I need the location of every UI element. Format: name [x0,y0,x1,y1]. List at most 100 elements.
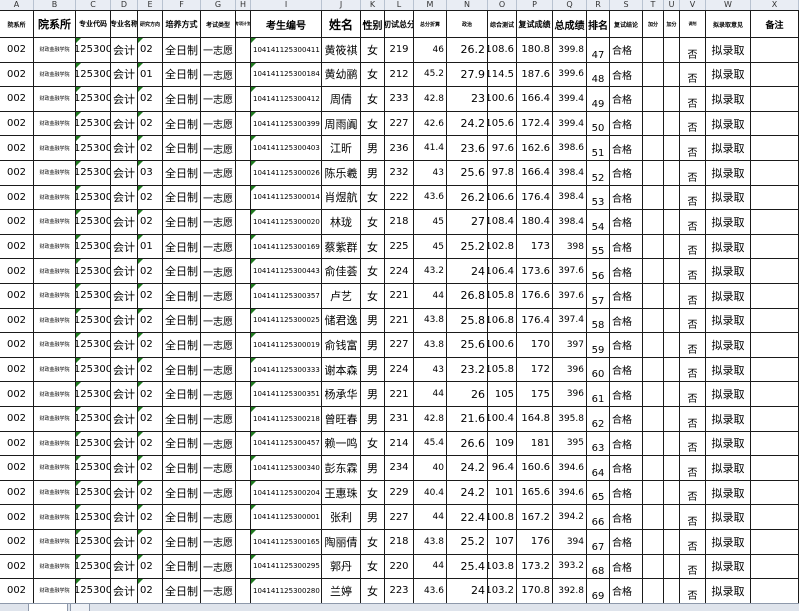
cell-admission-opinion[interactable]: 拟录取 [706,333,751,358]
cell-prelim-converted[interactable]: 42.8 [414,87,447,112]
cell-prelim-converted[interactable]: 41.4 [414,136,447,161]
cell-major-name[interactable]: 会计 [111,111,138,137]
cell-bonus-a[interactable] [643,210,664,235]
cell-rank[interactable]: 47 [587,38,610,63]
cell-major-name[interactable]: 会计 [111,431,138,457]
cell-prelim-total[interactable]: 220 [385,554,414,580]
header-admission-opinion[interactable]: 拟录取意见 [706,10,751,38]
cell-exam-type[interactable]: 一志愿 [201,234,236,260]
cell-bonus-a[interactable] [643,579,664,604]
cell-prelim-total[interactable]: 214 [385,431,414,457]
cell-bonus-a[interactable] [643,284,664,309]
cell-study-mode[interactable]: 全日制 [163,87,201,112]
cell-special-plan[interactable] [236,259,251,284]
cell-name[interactable]: 卢艺 [322,284,361,309]
header-major-name[interactable]: 专业名称 [111,10,138,38]
cell-retest-result[interactable]: 合格 [610,259,643,284]
cell-remark[interactable] [751,554,799,580]
cell-exam-type[interactable]: 一志愿 [201,505,236,530]
cell-bonus-a[interactable] [643,111,664,137]
cell-major-code[interactable]: 125300 [76,554,111,580]
cell-major-code[interactable]: 125300 [76,136,111,161]
cell-retest-result[interactable]: 合格 [610,357,643,383]
cell-comprehensive-test[interactable]: 102.8 [488,234,517,260]
cell-prelim-converted[interactable]: 43.6 [414,579,447,604]
cell-prelim-total[interactable]: 224 [385,357,414,383]
cell-retest-result[interactable]: 合格 [610,480,643,506]
cell-dept-name[interactable]: 财政金融学院 [34,480,76,506]
cell-total-score[interactable]: 397 [553,333,587,358]
cell-retest-result[interactable]: 合格 [610,87,643,112]
cell-rank[interactable]: 67 [587,530,610,555]
cell-major-code[interactable]: 125300 [76,579,111,604]
cell-study-mode[interactable]: 全日制 [163,185,201,211]
cell-prelim-converted[interactable]: 44 [414,382,447,407]
cell-retest-score[interactable]: 187.6 [517,62,553,88]
cell-admission-opinion[interactable]: 拟录取 [706,382,751,407]
cell-name[interactable]: 俞佳荟 [322,259,361,284]
cell-dept-name[interactable]: 财政金融学院 [34,431,76,457]
cell-bonus-b[interactable] [664,136,680,161]
cell-major-code[interactable]: 125300 [76,234,111,260]
cell-name[interactable]: 兰婷 [322,579,361,604]
cell-special-plan[interactable] [236,284,251,309]
cell-exam-type[interactable]: 一志愿 [201,554,236,580]
cell-research-direction[interactable]: 02 [138,87,163,112]
cell-retest-result[interactable]: 合格 [610,456,643,481]
cell-total-score[interactable]: 398.6 [553,136,587,161]
cell-special-plan[interactable] [236,62,251,88]
cell-prelim-total[interactable]: 227 [385,111,414,137]
cell-admission-opinion[interactable]: 拟录取 [706,407,751,432]
cell-rank[interactable]: 61 [587,382,610,407]
cell-gender[interactable]: 女 [361,530,385,555]
cell-retest-score[interactable]: 170 [517,333,553,358]
cell-total-score[interactable]: 397.6 [553,284,587,309]
cell-admission-opinion[interactable]: 拟录取 [706,210,751,235]
cell-dept-code[interactable]: 002 [0,185,34,211]
cell-major-code[interactable]: 125300 [76,530,111,555]
header-bonus-a[interactable]: 加分 [643,10,664,38]
cell-major-name[interactable]: 会计 [111,530,138,555]
cell-exam-type[interactable]: 一志愿 [201,62,236,88]
cell-rank[interactable]: 65 [587,480,610,506]
cell-exam-type[interactable]: 一志愿 [201,579,236,604]
cell-candidate-id[interactable]: 104141125300457 [251,431,322,457]
cell-bonus-b[interactable] [664,530,680,555]
cell-research-direction[interactable]: 02 [138,407,163,432]
cell-retest-score[interactable]: 176 [517,530,553,555]
cell-admission-opinion[interactable]: 拟录取 [706,38,751,63]
cell-study-mode[interactable]: 全日制 [163,62,201,88]
cell-prelim-total[interactable]: 222 [385,185,414,211]
cell-major-code[interactable]: 125300 [76,38,111,63]
cell-comprehensive-test[interactable]: 97.8 [488,161,517,186]
cell-total-score[interactable]: 399.8 [553,38,587,63]
cell-bonus-a[interactable] [643,185,664,211]
cell-study-mode[interactable]: 全日制 [163,407,201,432]
cell-retest-result[interactable]: 合格 [610,382,643,407]
cell-major-code[interactable]: 125300 [76,111,111,137]
cell-retest-score[interactable]: 176.4 [517,308,553,334]
cell-gender[interactable]: 男 [361,382,385,407]
cell-prelim-total[interactable]: 231 [385,407,414,432]
cell-research-direction[interactable]: 02 [138,284,163,309]
cell-research-direction[interactable]: 02 [138,530,163,555]
cell-remark[interactable] [751,62,799,88]
cell-dept-code[interactable]: 002 [0,38,34,63]
cell-dept-code[interactable]: 002 [0,431,34,457]
cell-exam-type[interactable]: 一志愿 [201,530,236,555]
cell-special-plan[interactable] [236,308,251,334]
cell-prelim-total[interactable]: 234 [385,456,414,481]
column-letter-c[interactable]: C [76,0,111,10]
cell-dept-code[interactable]: 002 [0,357,34,383]
cell-politics[interactable]: 26.2 [447,38,488,63]
cell-candidate-id[interactable]: 104141125300165 [251,530,322,555]
cell-candidate-id[interactable]: 104141125300025 [251,308,322,334]
cell-name[interactable]: 陶丽倩 [322,530,361,555]
cell-major-name[interactable]: 会计 [111,284,138,309]
cell-major-name[interactable]: 会计 [111,161,138,186]
cell-comprehensive-test[interactable]: 106.6 [488,185,517,211]
cell-remark[interactable] [751,161,799,186]
cell-admission-opinion[interactable]: 拟录取 [706,136,751,161]
cell-total-score[interactable]: 394 [553,530,587,555]
cell-retest-result[interactable]: 合格 [610,210,643,235]
